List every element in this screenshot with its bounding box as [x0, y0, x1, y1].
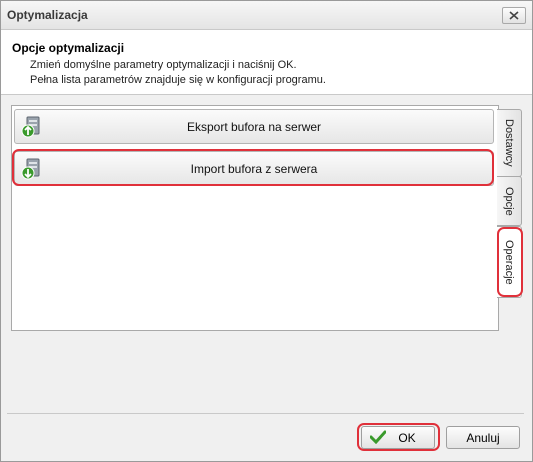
close-button[interactable]: [502, 7, 526, 24]
header-section: Opcje optymalizacji Zmień domyślne param…: [1, 30, 532, 95]
operations-panel: Eksport bufora na serwer Import bufora z…: [11, 105, 499, 331]
import-buffer-button[interactable]: Import bufora z serwera: [14, 151, 494, 186]
ok-label: OK: [398, 430, 416, 445]
tab-opcje-label: Opcje: [503, 186, 515, 216]
close-icon: [509, 11, 519, 20]
window-title: Optymalizacja: [7, 8, 88, 22]
tab-dostawcy-label: Dostawcy: [503, 119, 515, 167]
title-bar: Optymalizacja: [1, 1, 532, 30]
cancel-label: Anuluj: [466, 430, 500, 445]
header-title: Opcje optymalizacji: [12, 41, 125, 55]
export-buffer-label: Eksport bufora na serwer: [186, 119, 322, 134]
tab-operacje-label: Operacje: [503, 239, 515, 285]
tab-dostawcy[interactable]: Dostawcy: [497, 109, 522, 177]
ok-button[interactable]: OK: [361, 426, 435, 449]
dialog-footer: OK Anuluj: [7, 413, 524, 454]
cancel-button[interactable]: Anuluj: [446, 426, 520, 449]
server-upload-icon: [21, 116, 40, 138]
tab-operacje[interactable]: Operacje: [497, 226, 522, 298]
export-buffer-button[interactable]: Eksport bufora na serwer: [14, 109, 494, 144]
header-description-1: Zmień domyślne parametry optymalizacji i…: [30, 59, 297, 71]
header-description-2: Pełna lista parametrów znajduje się w ko…: [30, 74, 326, 86]
tab-opcje[interactable]: Opcje: [497, 176, 522, 226]
optimization-dialog: Optymalizacja Opcje optymalizacji Zmień …: [0, 0, 533, 462]
server-download-icon: [21, 158, 40, 180]
checkmark-icon: [370, 430, 386, 444]
import-buffer-label: Import bufora z serwera: [190, 161, 318, 176]
